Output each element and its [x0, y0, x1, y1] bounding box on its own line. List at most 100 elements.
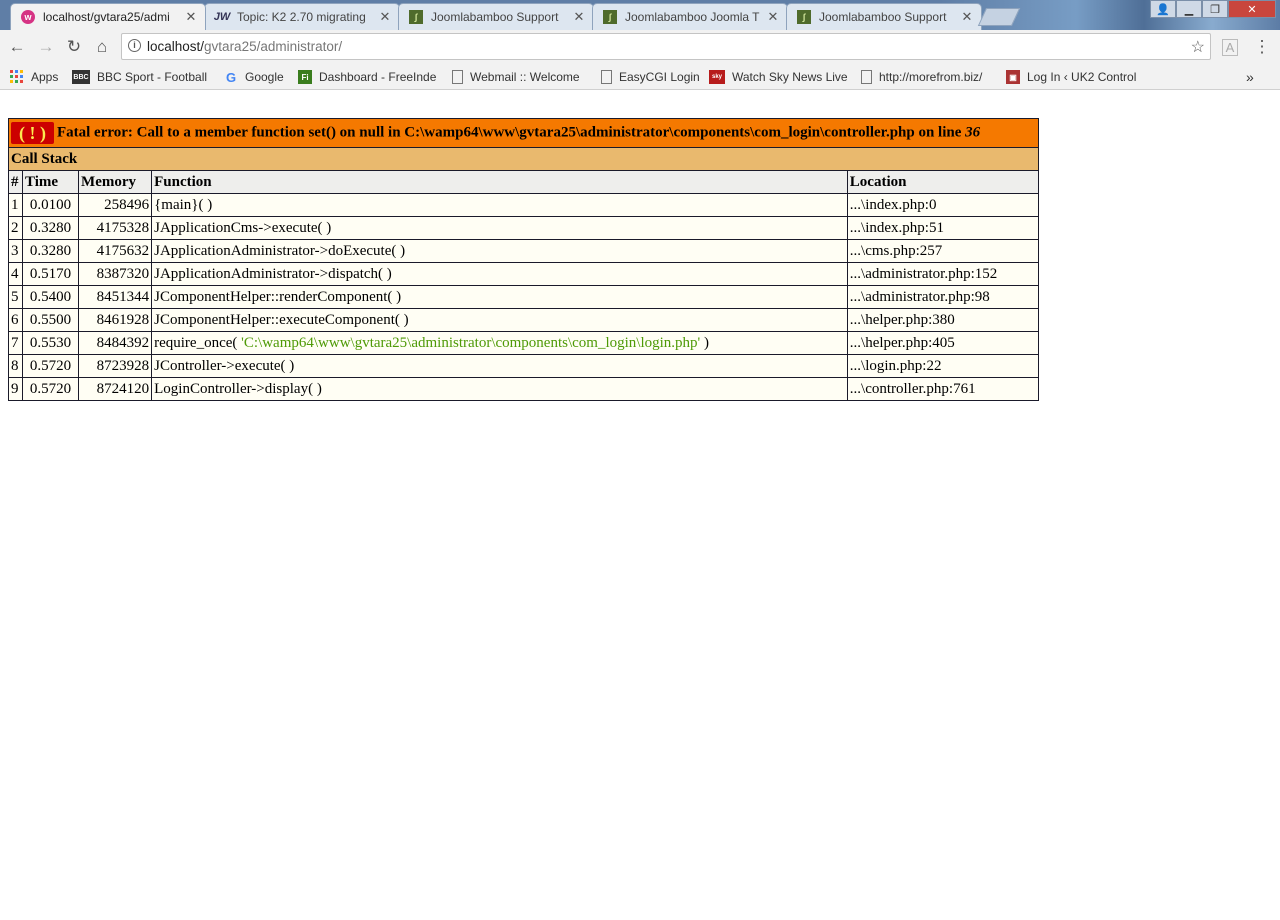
row-memory: 4175632	[78, 239, 153, 263]
row-memory: 8387320	[78, 262, 153, 286]
error-line-number: 36	[965, 124, 981, 141]
tab-title: Joomlabamboo Support	[431, 10, 559, 24]
reload-button[interactable]: ↻	[63, 36, 85, 58]
table-row: 5 0.5400 8451344 JComponentHelper::rende…	[8, 285, 1040, 309]
function-name: JApplicationAdministrator->dispatch( )	[154, 265, 392, 282]
joomlabamboo-favicon-icon: ∫	[603, 10, 617, 24]
tab-joomlabamboo-support-1[interactable]: ∫ Joomlabamboo Support ✕	[398, 3, 594, 30]
restore-button[interactable]: ❐	[1202, 0, 1228, 18]
bookmark-label: Log In ‹ UK2 Control	[1027, 70, 1137, 84]
function-name: JController->execute( )	[154, 357, 295, 374]
bookmark-freeindex[interactable]: Fi Dashboard - FreeInde	[298, 68, 436, 86]
site-info-icon[interactable]: i	[128, 39, 141, 52]
user-profile-button[interactable]: 👤	[1150, 0, 1176, 18]
uk2-icon: ▣	[1006, 70, 1020, 84]
bookmark-google[interactable]: G Google	[224, 68, 284, 86]
forward-arrow-icon: →	[37, 37, 55, 56]
row-memory: 258496	[78, 193, 153, 217]
row-number: 4	[8, 262, 23, 286]
bookmark-morefrom[interactable]: http://morefrom.biz/	[859, 68, 993, 86]
error-message-cell: ( ! ) Fatal error: Call to a member funct…	[8, 118, 1039, 148]
function-name: JApplicationAdministrator->doExecute( )	[154, 242, 406, 259]
col-header-num: #	[8, 170, 23, 194]
freeindex-icon: Fi	[298, 70, 312, 84]
bookmark-sky-news[interactable]: sky Watch Sky News Live	[709, 68, 848, 86]
tab-joomlabamboo-joomla[interactable]: ∫ Joomlabamboo Joomla T ✕	[592, 3, 788, 30]
tab-localhost[interactable]: w localhost/gvtara25/admi ✕	[10, 3, 206, 30]
bookmarks-bar: Apps BBC BBC Sport - Football G Google F…	[0, 64, 1280, 90]
table-row: 6 0.5500 8461928 JComponentHelper::execu…	[8, 308, 1040, 332]
close-tab-icon[interactable]: ✕	[183, 9, 199, 25]
row-location: ...\cms.php:257	[846, 239, 1040, 263]
kebab-menu-icon: ⋮	[1253, 37, 1271, 56]
function-name: JComponentHelper::renderComponent( )	[154, 288, 402, 305]
sky-news-icon: sky	[709, 70, 725, 84]
row-location: ...\helper.php:380	[846, 308, 1040, 332]
col-header-function: Function	[151, 170, 848, 194]
row-function: require_once( 'C:\wamp64\www\gvtara25\ad…	[151, 331, 848, 355]
close-window-button[interactable]: ✕	[1228, 0, 1276, 18]
row-memory: 8451344	[78, 285, 153, 309]
forward-button[interactable]: →	[35, 36, 57, 58]
bookmark-webmail[interactable]: Webmail :: Welcome	[450, 68, 582, 86]
row-function: JController->execute( )	[151, 354, 848, 378]
col-header-location: Location	[846, 170, 1040, 194]
tab-k2-topic[interactable]: JW Topic: K2 2.70 migrating ✕	[204, 3, 400, 30]
function-argument: 'C:\wamp64\www\gvtara25\administrator\co…	[241, 334, 701, 351]
acrobat-icon: A	[1221, 38, 1239, 56]
home-button[interactable]: ⌂	[91, 36, 113, 58]
function-close: )	[700, 334, 710, 351]
close-tab-icon[interactable]: ✕	[765, 9, 781, 25]
col-header-time: Time	[21, 170, 80, 194]
google-icon: G	[225, 69, 237, 85]
bookmark-uk2[interactable]: ▣ Log In ‹ UK2 Control	[1006, 68, 1142, 86]
error-message: Fatal error: Call to a member function s…	[56, 124, 966, 141]
address-bar[interactable]: i localhost/gvtara25/administrator/ ☆	[121, 33, 1211, 60]
row-number: 8	[8, 354, 23, 378]
function-name: {main}( )	[154, 196, 213, 213]
close-tab-icon[interactable]: ✕	[571, 9, 587, 25]
double-chevron-right-icon: »	[1246, 69, 1254, 85]
page-icon	[861, 70, 872, 84]
chrome-menu-button[interactable]: ⋮	[1251, 36, 1273, 58]
tab-joomlabamboo-support-2[interactable]: ∫ Joomlabamboo Support ✕	[786, 3, 982, 30]
bookmark-star-icon[interactable]: ☆	[1191, 37, 1205, 57]
call-stack-heading: Call Stack	[8, 147, 1039, 171]
row-number: 7	[8, 331, 23, 355]
localhost-favicon-icon: w	[21, 10, 35, 24]
bookmark-label: BBC Sport - Football	[97, 70, 208, 84]
minimize-button[interactable]: ▁	[1176, 0, 1202, 18]
bookmark-apps[interactable]: Apps	[10, 68, 58, 86]
close-tab-icon[interactable]: ✕	[959, 9, 975, 25]
table-row: 4 0.5170 8387320 JApplicationAdministrat…	[8, 262, 1040, 286]
row-time: 0.5170	[21, 262, 80, 286]
row-number: 3	[8, 239, 23, 263]
page-icon	[601, 70, 612, 84]
function-name: JApplicationCms->execute( )	[154, 219, 332, 236]
row-function: JComponentHelper::renderComponent( )	[151, 285, 848, 309]
row-function: JApplicationAdministrator->dispatch( )	[151, 262, 848, 286]
row-time: 0.5720	[21, 354, 80, 378]
row-memory: 8724120	[78, 377, 153, 401]
row-location: ...\controller.php:761	[846, 377, 1040, 401]
acrobat-extension-button[interactable]: A	[1219, 36, 1241, 58]
url-host: localhost/	[147, 39, 205, 54]
table-row: 3 0.3280 4175632 JApplicationAdministrat…	[8, 239, 1040, 263]
row-function: JApplicationCms->execute( )	[151, 216, 848, 240]
url-path: gvtara25/administrator/	[204, 39, 343, 54]
address-url: localhost/gvtara25/administrator/	[147, 39, 342, 54]
row-function: {main}( )	[151, 193, 848, 217]
bookmark-label: EasyCGI Login	[619, 70, 700, 84]
row-location: ...\index.php:51	[846, 216, 1040, 240]
row-number: 1	[8, 193, 23, 217]
table-row: 7 0.5530 8484392 require_once( 'C:\wamp6…	[8, 331, 1040, 355]
bookmark-bbc-sport[interactable]: BBC BBC Sport - Football	[72, 68, 208, 86]
joomlabamboo-favicon-icon: ∫	[797, 10, 811, 24]
more-bookmarks-button[interactable]: »	[1246, 68, 1254, 86]
bookmark-easycgi[interactable]: EasyCGI Login	[599, 68, 700, 86]
close-tab-icon[interactable]: ✕	[377, 9, 393, 25]
function-name: require_once(	[154, 334, 242, 351]
back-button[interactable]: ←	[6, 36, 28, 58]
error-bang-icon: ( ! )	[11, 122, 54, 144]
error-message-row: ( ! ) Fatal error: Call to a member funct…	[8, 118, 1039, 148]
